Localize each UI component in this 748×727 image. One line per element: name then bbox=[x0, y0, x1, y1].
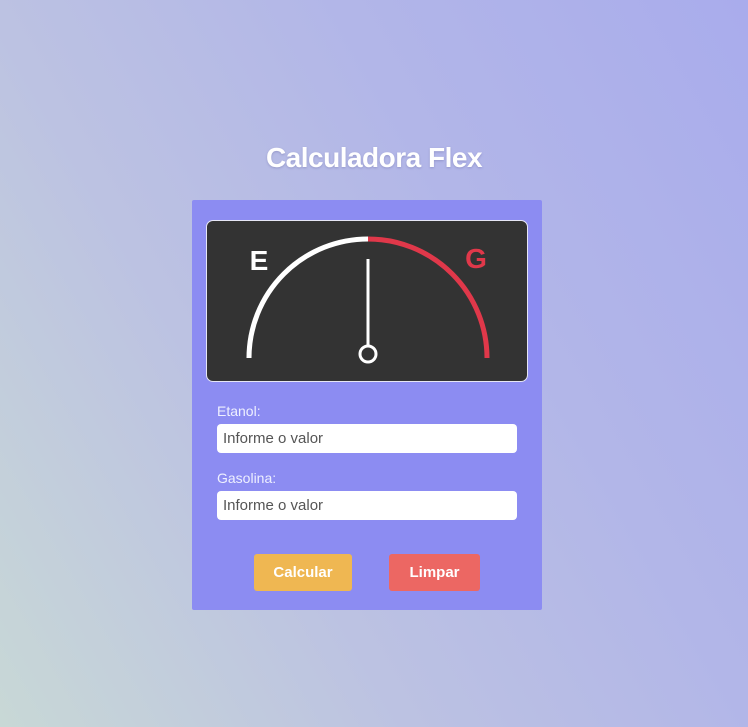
clear-button[interactable]: Limpar bbox=[389, 554, 480, 591]
gauge-label-ethanol: E bbox=[250, 245, 269, 276]
gauge-pivot-icon bbox=[358, 344, 378, 364]
calculate-button[interactable]: Calcular bbox=[254, 554, 352, 591]
gasoline-input[interactable] bbox=[217, 491, 517, 520]
page-title: Calculadora Flex bbox=[265, 142, 483, 173]
calculator-card: E G Etanol: Gasolina: Calcular Limpar bbox=[192, 200, 542, 610]
ethanol-input[interactable] bbox=[217, 424, 517, 453]
ethanol-label: Etanol: bbox=[217, 403, 261, 419]
fuel-gauge-graphic: E G bbox=[246, 236, 490, 364]
fuel-gauge: E G bbox=[206, 220, 528, 382]
gasoline-label: Gasolina: bbox=[217, 470, 277, 486]
gauge-label-gasoline: G bbox=[465, 243, 487, 274]
